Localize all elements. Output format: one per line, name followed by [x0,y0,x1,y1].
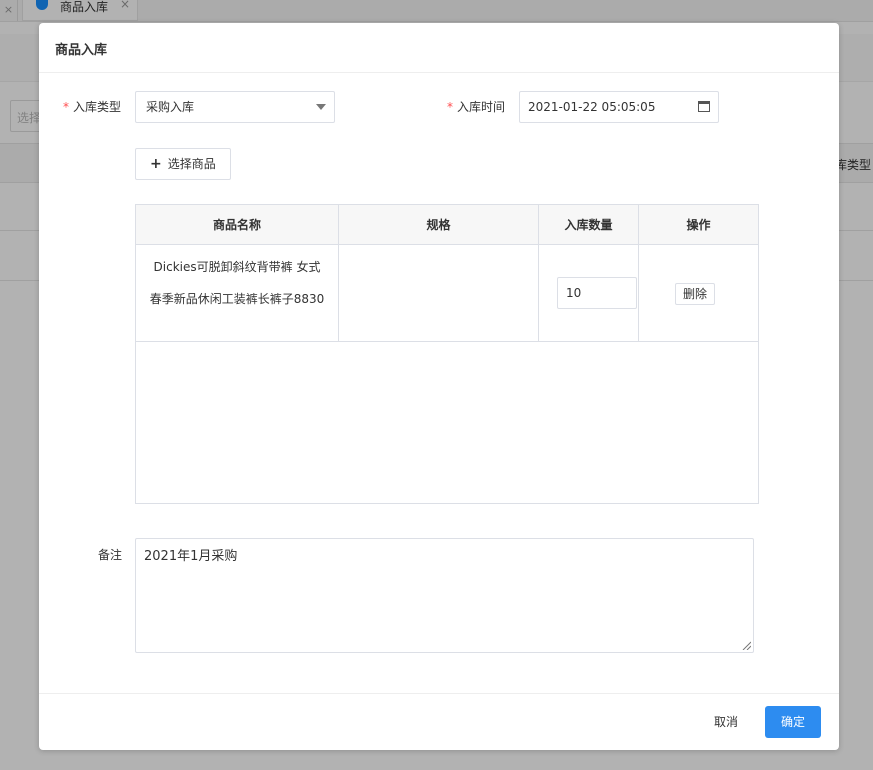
caret-down-icon [316,104,326,110]
goods-name-cell: Dickies可脱卸斜纹背带裤 女式春季新品休闲工装裤长裤子8830 [136,245,339,342]
table-header: 商品名称 规格 入库数量 操作 [136,205,758,245]
goods-action-cell: 删除 [639,245,758,342]
cancel-button[interactable]: 取消 [703,706,749,738]
stock-in-dialog: 商品入库 * 入库类型 采购入库 * 入库时间 2021-01-22 05:05:0… [39,23,839,750]
plus-icon: + [150,156,162,172]
column-header-action: 操作 [686,218,711,232]
stock-type-select[interactable]: 采购入库 [135,91,335,123]
dialog-title: 商品入库 [55,43,108,58]
table-row: Dickies可脱卸斜纹背带裤 女式春季新品休闲工装裤长裤子8830 10 删除 [136,245,758,342]
required-mark: * [447,100,453,114]
calendar-icon[interactable] [698,101,710,112]
column-header-name: 商品名称 [136,205,339,245]
remark-label: 备注 [98,548,123,562]
dialog-header: 商品入库 [39,23,839,73]
stock-time-value: 2021-01-22 05:05:05 [528,100,656,114]
column-header-spec: 规格 [339,205,539,245]
select-goods-button[interactable]: + 选择商品 [135,148,231,180]
column-header-quantity: 入库数量 [539,205,639,245]
goods-quantity-cell: 10 [539,245,639,342]
required-mark: * [63,100,69,114]
stock-type-value: 采购入库 [146,100,195,114]
stock-type-label: * 入库类型 [63,98,121,115]
remark-value: 2021年1月采购 [144,549,238,564]
stock-time-label-text: 入库时间 [457,100,506,114]
goods-spec-cell [339,245,539,342]
delete-button[interactable]: 删除 [675,283,715,305]
stock-time-label: * 入库时间 [447,98,505,115]
select-goods-label: 选择商品 [167,157,216,171]
goods-table: 商品名称 规格 入库数量 操作 Dickies可脱卸斜纹背带裤 女式春季新品休闲… [135,204,759,504]
remark-textarea[interactable]: 2021年1月采购 [135,538,754,653]
stock-type-label-text: 入库类型 [73,100,122,114]
quantity-input[interactable]: 10 [557,277,637,309]
stock-time-picker[interactable]: 2021-01-22 05:05:05 [519,91,719,123]
resize-handle-icon[interactable] [741,640,751,650]
confirm-button[interactable]: 确定 [765,706,821,738]
